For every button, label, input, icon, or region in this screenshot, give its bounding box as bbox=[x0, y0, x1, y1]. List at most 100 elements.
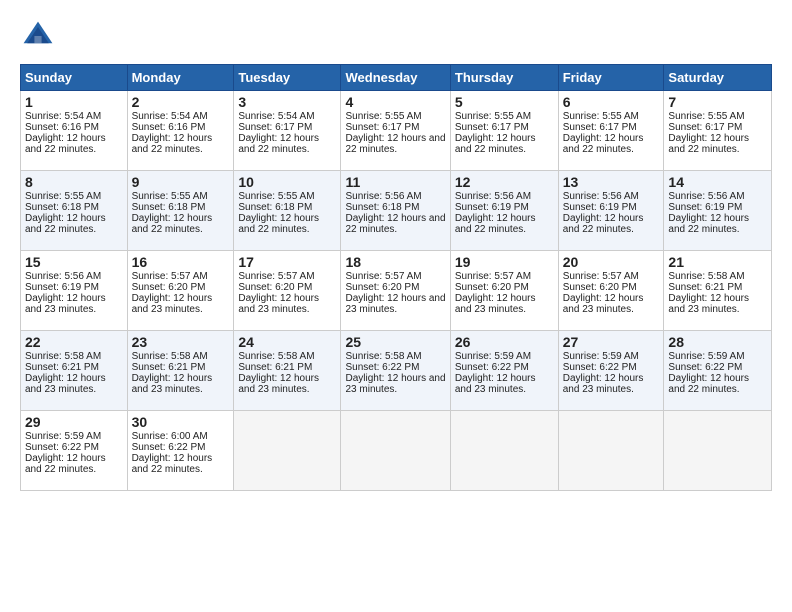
calendar-day-header: Friday bbox=[558, 65, 664, 91]
calendar-cell: 13Sunrise: 5:56 AMSunset: 6:19 PMDayligh… bbox=[558, 171, 664, 251]
sunset: Sunset: 6:20 PM bbox=[132, 282, 206, 293]
sunset: Sunset: 6:19 PM bbox=[668, 202, 742, 213]
calendar-cell: 21Sunrise: 5:58 AMSunset: 6:21 PMDayligh… bbox=[664, 251, 772, 331]
sunrise: Sunrise: 5:57 AM bbox=[455, 271, 531, 282]
calendar-cell: 14Sunrise: 5:56 AMSunset: 6:19 PMDayligh… bbox=[664, 171, 772, 251]
daylight-label: Daylight: 12 hours and 23 minutes. bbox=[345, 293, 445, 315]
sunrise: Sunrise: 5:56 AM bbox=[25, 271, 101, 282]
day-number: 2 bbox=[132, 94, 230, 110]
calendar-cell: 19Sunrise: 5:57 AMSunset: 6:20 PMDayligh… bbox=[450, 251, 558, 331]
sunset: Sunset: 6:22 PM bbox=[25, 442, 99, 453]
sunset: Sunset: 6:22 PM bbox=[563, 362, 637, 373]
sunset: Sunset: 6:17 PM bbox=[455, 122, 529, 133]
calendar-cell: 15Sunrise: 5:56 AMSunset: 6:19 PMDayligh… bbox=[21, 251, 128, 331]
sunset: Sunset: 6:22 PM bbox=[132, 442, 206, 453]
calendar-day-header: Sunday bbox=[21, 65, 128, 91]
sunrise: Sunrise: 5:58 AM bbox=[132, 351, 208, 362]
sunset: Sunset: 6:22 PM bbox=[455, 362, 529, 373]
calendar-row: 1Sunrise: 5:54 AMSunset: 6:16 PMDaylight… bbox=[21, 91, 772, 171]
calendar-day-header: Thursday bbox=[450, 65, 558, 91]
sunrise: Sunrise: 5:54 AM bbox=[132, 111, 208, 122]
daylight-label: Daylight: 12 hours and 23 minutes. bbox=[668, 293, 749, 315]
sunset: Sunset: 6:19 PM bbox=[563, 202, 637, 213]
calendar-cell bbox=[234, 411, 341, 491]
calendar-row: 15Sunrise: 5:56 AMSunset: 6:19 PMDayligh… bbox=[21, 251, 772, 331]
calendar-cell: 6Sunrise: 5:55 AMSunset: 6:17 PMDaylight… bbox=[558, 91, 664, 171]
sunrise: Sunrise: 5:58 AM bbox=[668, 271, 744, 282]
sunrise: Sunrise: 5:58 AM bbox=[25, 351, 101, 362]
sunrise: Sunrise: 5:55 AM bbox=[668, 111, 744, 122]
daylight-label: Daylight: 12 hours and 22 minutes. bbox=[238, 133, 319, 155]
day-number: 6 bbox=[563, 94, 660, 110]
day-number: 19 bbox=[455, 254, 554, 270]
day-number: 9 bbox=[132, 174, 230, 190]
sunrise: Sunrise: 5:58 AM bbox=[238, 351, 314, 362]
sunset: Sunset: 6:18 PM bbox=[132, 202, 206, 213]
daylight-label: Daylight: 12 hours and 22 minutes. bbox=[455, 213, 536, 235]
sunset: Sunset: 6:16 PM bbox=[25, 122, 99, 133]
sunset: Sunset: 6:20 PM bbox=[345, 282, 419, 293]
sunset: Sunset: 6:21 PM bbox=[238, 362, 312, 373]
sunrise: Sunrise: 5:55 AM bbox=[25, 191, 101, 202]
day-number: 17 bbox=[238, 254, 336, 270]
daylight-label: Daylight: 12 hours and 23 minutes. bbox=[25, 293, 106, 315]
daylight-label: Daylight: 12 hours and 23 minutes. bbox=[563, 373, 644, 395]
sunset: Sunset: 6:17 PM bbox=[668, 122, 742, 133]
day-number: 27 bbox=[563, 334, 660, 350]
sunrise: Sunrise: 5:54 AM bbox=[238, 111, 314, 122]
daylight-label: Daylight: 12 hours and 23 minutes. bbox=[238, 373, 319, 395]
day-number: 22 bbox=[25, 334, 123, 350]
calendar-header-row: SundayMondayTuesdayWednesdayThursdayFrid… bbox=[21, 65, 772, 91]
day-number: 3 bbox=[238, 94, 336, 110]
logo bbox=[20, 18, 62, 54]
sunrise: Sunrise: 5:57 AM bbox=[345, 271, 421, 282]
sunrise: Sunrise: 5:59 AM bbox=[563, 351, 639, 362]
sunrise: Sunrise: 5:57 AM bbox=[132, 271, 208, 282]
sunrise: Sunrise: 5:55 AM bbox=[132, 191, 208, 202]
header bbox=[20, 18, 772, 54]
calendar-cell: 10Sunrise: 5:55 AMSunset: 6:18 PMDayligh… bbox=[234, 171, 341, 251]
calendar-cell: 26Sunrise: 5:59 AMSunset: 6:22 PMDayligh… bbox=[450, 331, 558, 411]
daylight-label: Daylight: 12 hours and 22 minutes. bbox=[132, 213, 213, 235]
daylight-label: Daylight: 12 hours and 22 minutes. bbox=[345, 213, 445, 235]
sunrise: Sunrise: 6:00 AM bbox=[132, 431, 208, 442]
daylight-label: Daylight: 12 hours and 22 minutes. bbox=[25, 213, 106, 235]
calendar-row: 29Sunrise: 5:59 AMSunset: 6:22 PMDayligh… bbox=[21, 411, 772, 491]
daylight-label: Daylight: 12 hours and 22 minutes. bbox=[563, 133, 644, 155]
calendar-day-header: Saturday bbox=[664, 65, 772, 91]
calendar-table: SundayMondayTuesdayWednesdayThursdayFrid… bbox=[20, 64, 772, 491]
daylight-label: Daylight: 12 hours and 23 minutes. bbox=[455, 373, 536, 395]
calendar-cell bbox=[450, 411, 558, 491]
calendar-cell: 8Sunrise: 5:55 AMSunset: 6:18 PMDaylight… bbox=[21, 171, 128, 251]
calendar-row: 22Sunrise: 5:58 AMSunset: 6:21 PMDayligh… bbox=[21, 331, 772, 411]
daylight-label: Daylight: 12 hours and 23 minutes. bbox=[345, 373, 445, 395]
sunrise: Sunrise: 5:54 AM bbox=[25, 111, 101, 122]
daylight-label: Daylight: 12 hours and 22 minutes. bbox=[132, 453, 213, 475]
sunrise: Sunrise: 5:58 AM bbox=[345, 351, 421, 362]
sunrise: Sunrise: 5:57 AM bbox=[238, 271, 314, 282]
day-number: 24 bbox=[238, 334, 336, 350]
sunset: Sunset: 6:19 PM bbox=[455, 202, 529, 213]
calendar-cell: 16Sunrise: 5:57 AMSunset: 6:20 PMDayligh… bbox=[127, 251, 234, 331]
sunset: Sunset: 6:22 PM bbox=[345, 362, 419, 373]
calendar-cell: 25Sunrise: 5:58 AMSunset: 6:22 PMDayligh… bbox=[341, 331, 450, 411]
sunset: Sunset: 6:21 PM bbox=[25, 362, 99, 373]
sunrise: Sunrise: 5:59 AM bbox=[455, 351, 531, 362]
day-number: 15 bbox=[25, 254, 123, 270]
sunrise: Sunrise: 5:55 AM bbox=[455, 111, 531, 122]
sunrise: Sunrise: 5:55 AM bbox=[345, 111, 421, 122]
daylight-label: Daylight: 12 hours and 23 minutes. bbox=[563, 293, 644, 315]
day-number: 30 bbox=[132, 414, 230, 430]
daylight-label: Daylight: 12 hours and 23 minutes. bbox=[132, 293, 213, 315]
day-number: 5 bbox=[455, 94, 554, 110]
sunset: Sunset: 6:22 PM bbox=[668, 362, 742, 373]
calendar-cell bbox=[664, 411, 772, 491]
daylight-label: Daylight: 12 hours and 23 minutes. bbox=[25, 373, 106, 395]
day-number: 1 bbox=[25, 94, 123, 110]
sunset: Sunset: 6:20 PM bbox=[455, 282, 529, 293]
day-number: 13 bbox=[563, 174, 660, 190]
calendar-cell: 30Sunrise: 6:00 AMSunset: 6:22 PMDayligh… bbox=[127, 411, 234, 491]
calendar-cell: 2Sunrise: 5:54 AMSunset: 6:16 PMDaylight… bbox=[127, 91, 234, 171]
calendar-cell: 4Sunrise: 5:55 AMSunset: 6:17 PMDaylight… bbox=[341, 91, 450, 171]
calendar-cell bbox=[558, 411, 664, 491]
